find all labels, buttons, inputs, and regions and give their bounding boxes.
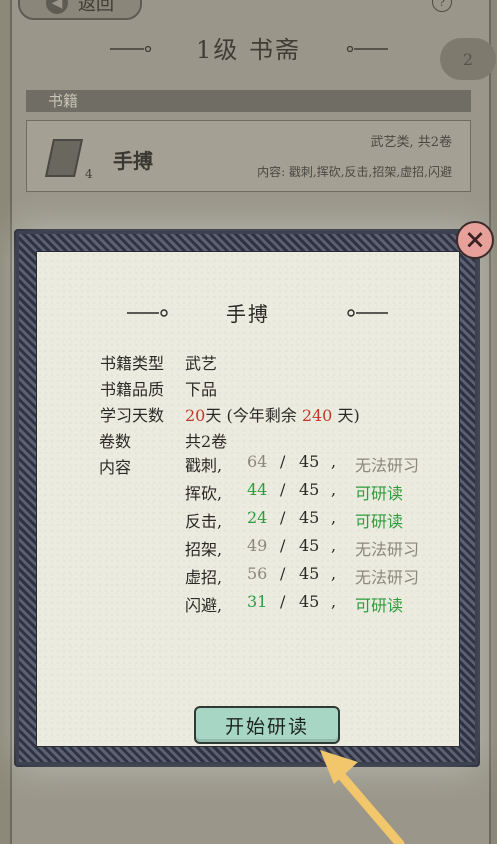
study-days-number: 20 bbox=[185, 406, 206, 425]
skill-required-value: 45 bbox=[299, 536, 320, 555]
back-label: 返回 bbox=[78, 0, 114, 15]
back-arrow-icon: ◀ bbox=[46, 0, 68, 14]
skill-name: 挥砍, bbox=[185, 484, 223, 503]
skill-status: 可研读 bbox=[355, 512, 404, 531]
skill-required-value: 45 bbox=[299, 508, 320, 527]
close-icon[interactable]: × bbox=[456, 221, 494, 259]
book-type-line: 武艺类, 共2卷 bbox=[370, 135, 452, 150]
skill-status: 无法研习 bbox=[355, 456, 420, 475]
skill-status: 可研读 bbox=[355, 596, 404, 615]
books-section-header: 书籍 bbox=[26, 90, 471, 112]
back-button[interactable]: ◀ 返回 bbox=[18, 0, 142, 20]
skill-current-value: 56 bbox=[247, 564, 268, 583]
book-card[interactable]: 4 手搏 武艺类, 共2卷 内容: 戳刺,挥砍,反击,招架,虚招,闪避 bbox=[26, 120, 471, 192]
skill-comma: , bbox=[331, 592, 337, 611]
book-detail-dialog: 手搏 书籍类型 武艺 书籍品质 下品 学习天数 20天 (今年剩余 240 天)… bbox=[16, 231, 478, 765]
page-title: 1级 书斋 bbox=[196, 36, 301, 64]
dialog-ornament-right-icon bbox=[347, 309, 388, 317]
skill-slash: / bbox=[280, 508, 286, 527]
skill-current-value: 44 bbox=[247, 480, 268, 499]
skill-comma: , bbox=[331, 452, 337, 471]
pointer-arrow-icon bbox=[320, 750, 405, 844]
dialog-paper: 手搏 书籍类型 武艺 书籍品质 下品 学习天数 20天 (今年剩余 240 天)… bbox=[36, 251, 460, 747]
skill-current-value: 31 bbox=[247, 592, 268, 611]
skill-slash: / bbox=[280, 592, 286, 611]
skill-slash: / bbox=[280, 480, 286, 499]
skill-name: 招架, bbox=[185, 540, 223, 559]
book-icon bbox=[44, 139, 84, 177]
skill-comma: , bbox=[331, 536, 337, 555]
volumes-value: 共2卷 bbox=[185, 432, 228, 451]
book-type-value: 武艺 bbox=[185, 354, 218, 373]
remaining-suffix: 天) bbox=[337, 406, 360, 425]
title-ornament-right-icon bbox=[346, 46, 388, 52]
remaining-days-number: 240 bbox=[301, 406, 333, 425]
book-content-line: 内容: 戳刺,挥砍,反击,招架,虚招,闪避 bbox=[257, 165, 452, 179]
skill-status: 可研读 bbox=[355, 484, 404, 503]
skill-slash: / bbox=[280, 452, 286, 471]
skill-comma: , bbox=[331, 480, 337, 499]
skill-required-value: 45 bbox=[299, 592, 320, 611]
book-name: 手搏 bbox=[113, 149, 153, 173]
book-quality-label: 书籍品质 bbox=[99, 380, 164, 399]
dialog-title: 手搏 bbox=[226, 302, 270, 326]
content-label: 内容 bbox=[98, 458, 131, 477]
skill-required-value: 45 bbox=[299, 564, 320, 583]
skill-current-value: 24 bbox=[247, 508, 268, 527]
skill-name: 戳刺, bbox=[185, 456, 223, 475]
skill-current-value: 49 bbox=[247, 536, 268, 555]
skill-current-value: 64 bbox=[247, 452, 268, 471]
remaining-prefix: (今年剩余 bbox=[226, 406, 297, 425]
start-reading-button[interactable]: 开始研读 bbox=[194, 706, 340, 744]
skill-status: 无法研习 bbox=[355, 540, 420, 559]
volumes-label: 卷数 bbox=[98, 432, 131, 451]
skill-slash: / bbox=[280, 536, 286, 555]
book-quality-value: 下品 bbox=[185, 380, 218, 399]
skill-name: 闪避, bbox=[185, 596, 223, 615]
skill-required-value: 45 bbox=[299, 480, 320, 499]
skill-status: 无法研习 bbox=[355, 568, 420, 587]
study-days-value: 20天 (今年剩余 240 天) bbox=[185, 402, 360, 426]
skill-slash: / bbox=[280, 564, 286, 583]
skill-required-value: 45 bbox=[299, 452, 320, 471]
cloud-badge-icon[interactable]: 2 bbox=[440, 38, 496, 80]
skill-comma: , bbox=[331, 508, 337, 527]
skill-name: 虚招, bbox=[185, 568, 223, 587]
book-type-label: 书籍类型 bbox=[99, 354, 164, 373]
skill-name: 反击, bbox=[185, 512, 223, 531]
book-count: 4 bbox=[85, 167, 93, 181]
study-days-unit: 天 bbox=[205, 406, 222, 425]
skill-comma: , bbox=[331, 564, 337, 583]
study-days-label: 学习天数 bbox=[99, 406, 164, 425]
